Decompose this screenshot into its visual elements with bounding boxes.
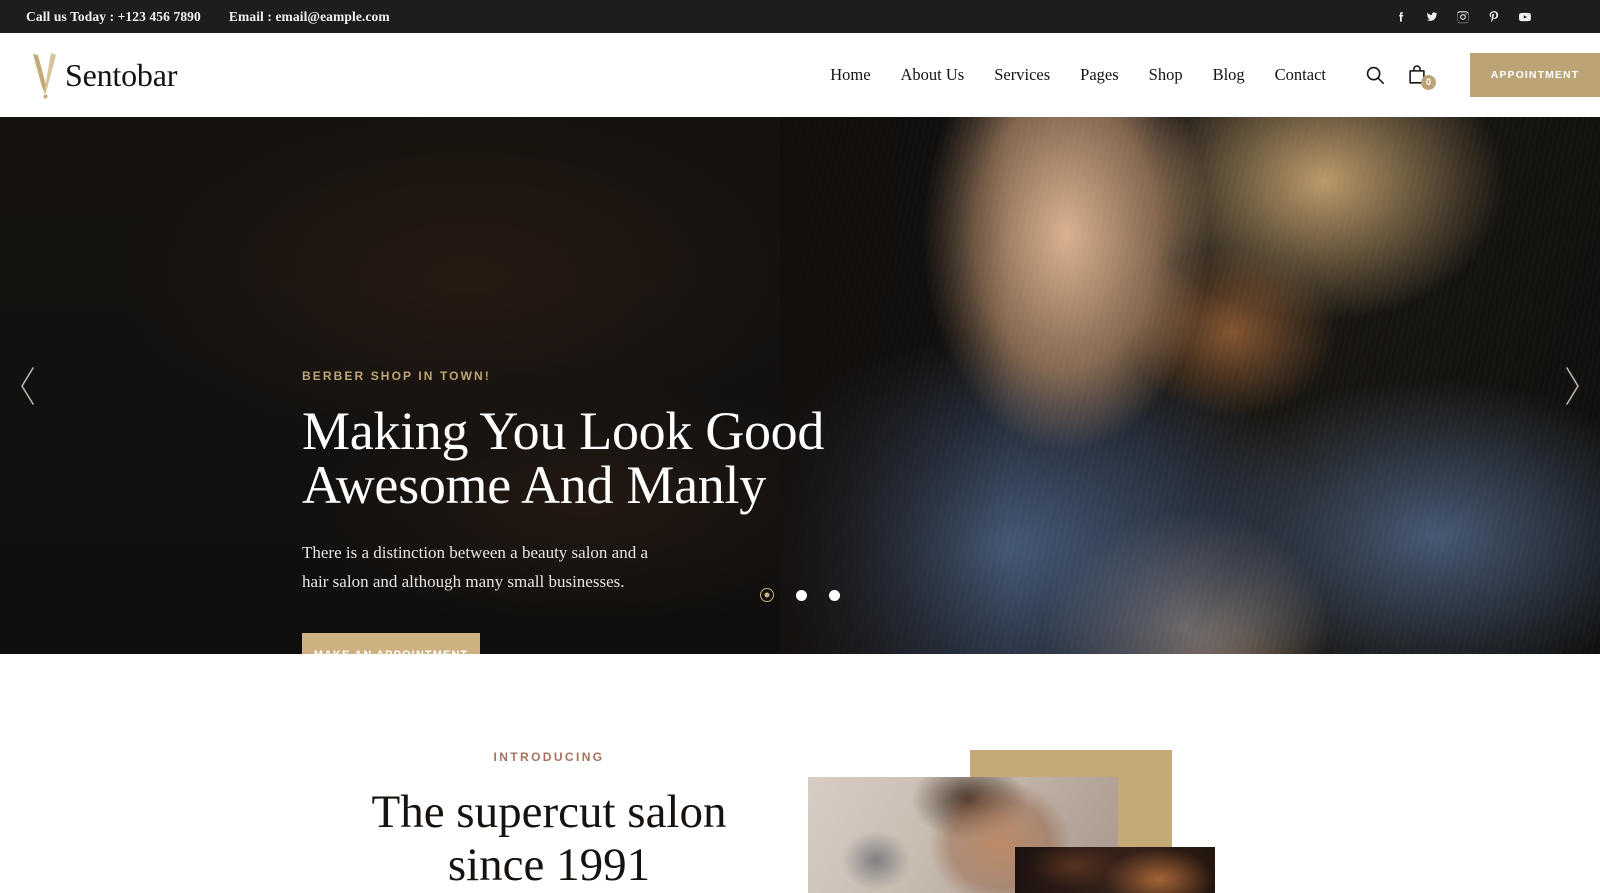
hero-eyebrow: BERBER SHOP IN TOWN! (302, 369, 491, 383)
chevron-left-icon[interactable] (8, 356, 48, 416)
appointment-button[interactable]: APPOINTMENT (1470, 53, 1600, 97)
nav-item-shop[interactable]: Shop (1149, 65, 1183, 85)
header-right: Home About Us Services Pages Shop Blog C… (177, 53, 1600, 97)
search-icon[interactable] (1364, 64, 1386, 86)
nav-item-home[interactable]: Home (830, 65, 870, 85)
main-nav: Home About Us Services Pages Shop Blog C… (830, 65, 1326, 85)
site-header: Sentobar Home About Us Services Pages Sh… (0, 33, 1600, 117)
phone-label: Call us Today : +123 456 7890 (26, 8, 201, 24)
intro-eyebrow: INTRODUCING (493, 750, 605, 764)
intro-image-collage (808, 654, 1508, 893)
hero-title: Making You Look Good Awesome And Manly (302, 404, 862, 512)
brand-name: Sentobar (65, 56, 178, 93)
intro-text-block: INTRODUCING The supercut salon since 199… (260, 750, 838, 891)
intro-title: The supercut salon since 1991 (260, 786, 838, 891)
hero-title-line-1: Making You Look Good (302, 401, 825, 461)
top-bar: Call us Today : +123 456 7890 Email : em… (0, 0, 1600, 33)
make-an-appointment-button[interactable]: MAKE AN APPOINTMENT (302, 632, 480, 654)
hero-content: BERBER SHOP IN TOWN! Making You Look Goo… (302, 369, 862, 654)
instagram-icon[interactable] (1456, 10, 1470, 24)
hero-slider: BERBER SHOP IN TOWN! Making You Look Goo… (0, 117, 1600, 654)
nav-item-contact[interactable]: Contact (1275, 65, 1326, 85)
cart-count-badge: 0 (1421, 75, 1436, 90)
collage-secondary-image (1015, 847, 1215, 893)
youtube-icon[interactable] (1518, 10, 1532, 24)
pinterest-icon[interactable] (1487, 10, 1501, 24)
slider-dot-3[interactable] (829, 589, 840, 601)
shopping-bag-icon[interactable]: 0 (1406, 64, 1436, 90)
facebook-icon[interactable] (1394, 10, 1408, 24)
hero-title-line-2: Awesome And Manly (302, 455, 766, 515)
nav-item-about-us[interactable]: About Us (901, 65, 965, 85)
social-links (1394, 10, 1576, 24)
collage-secondary-image-layer (1015, 847, 1215, 893)
logo[interactable]: Sentobar (26, 49, 177, 101)
slider-dot-1[interactable] (760, 588, 774, 602)
nav-item-services[interactable]: Services (994, 65, 1050, 85)
slider-dot-2[interactable] (796, 589, 807, 601)
chevron-right-icon[interactable] (1552, 356, 1592, 416)
topbar-contact-group: Call us Today : +123 456 7890 Email : em… (26, 9, 390, 25)
intro-section: INTRODUCING The supercut salon since 199… (0, 654, 1600, 893)
nav-item-pages[interactable]: Pages (1080, 65, 1119, 85)
razor-logo-icon (26, 49, 68, 101)
twitter-icon[interactable] (1425, 10, 1439, 24)
email-label: Email : email@eample.com (228, 8, 390, 24)
slider-pagination (0, 588, 1600, 602)
intro-title-line-2: since 1991 (447, 838, 651, 891)
header-icons: 0 APPOINTMENT (1364, 53, 1600, 97)
nav-item-blog[interactable]: Blog (1213, 65, 1245, 85)
intro-title-line-1: The supercut salon (371, 786, 727, 838)
